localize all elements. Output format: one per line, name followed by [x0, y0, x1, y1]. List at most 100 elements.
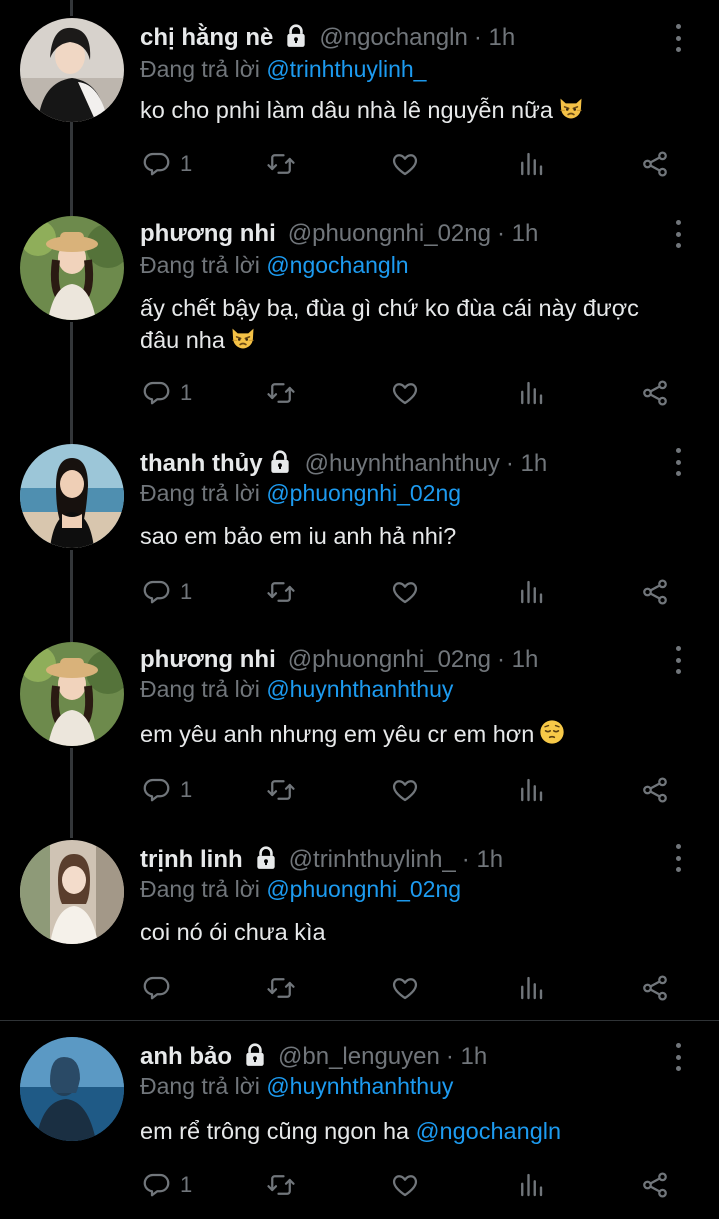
timestamp[interactable]: · 1h [497, 220, 538, 248]
retweet-button[interactable] [266, 772, 296, 808]
share-icon [640, 775, 670, 805]
reply-mention[interactable]: @ngochangln [266, 252, 408, 278]
reply-button[interactable]: 1 [142, 146, 192, 182]
share-button[interactable] [640, 574, 670, 610]
more-icon[interactable] [668, 448, 688, 476]
lock-icon [242, 1042, 268, 1073]
text-mention[interactable]: @ngochangln [416, 1118, 561, 1144]
analytics-icon [516, 775, 546, 805]
reply-button[interactable]: 1 [142, 772, 192, 808]
analytics-button[interactable] [516, 375, 546, 411]
reply-mention[interactable]: @huynhthanhthuy [266, 676, 453, 702]
avatar[interactable] [20, 18, 124, 122]
analytics-button[interactable] [516, 970, 546, 1006]
reply-icon [142, 973, 172, 1003]
display-name[interactable]: thanh thủy [140, 450, 263, 478]
share-button[interactable] [640, 970, 670, 1006]
like-button[interactable] [390, 1167, 420, 1203]
more-icon[interactable] [668, 220, 688, 248]
reply-mention[interactable]: @phuongnhi_02ng [266, 480, 461, 506]
retweet-button[interactable] [266, 970, 296, 1006]
username[interactable]: @ngochangln [319, 24, 467, 52]
tweet[interactable]: trịnh linh @trinhthuylinh_ · 1h Đang trả… [0, 830, 719, 1020]
share-icon [640, 378, 670, 408]
pouting-cat-emoji [229, 324, 257, 360]
reply-mention[interactable]: @phuongnhi_02ng [266, 876, 461, 902]
avatar[interactable] [20, 642, 124, 746]
share-button[interactable] [640, 1167, 670, 1203]
share-button[interactable] [640, 772, 670, 808]
reply-count: 1 [180, 380, 193, 405]
tweet[interactable]: thanh thủy @huynhthanhthuy · 1h Đang trả… [0, 430, 719, 630]
tweet-text: em rể trông cũng ngon ha @ngochangln [140, 1115, 680, 1147]
share-button[interactable] [640, 375, 670, 411]
reply-button[interactable]: 1 [142, 1167, 192, 1203]
tweet[interactable]: anh bảo @bn_lenguyen · 1h Đang trả lời @… [0, 1021, 719, 1219]
reply-count: 1 [180, 1172, 193, 1197]
username[interactable]: @phuongnhi_02ng [288, 220, 491, 248]
reply-prefix: Đang trả lời [140, 676, 260, 702]
more-icon[interactable] [668, 24, 688, 52]
display-name[interactable]: trịnh linh [140, 846, 243, 874]
reply-button[interactable]: 1 [142, 574, 192, 610]
timestamp[interactable]: · 1h [462, 846, 503, 874]
username[interactable]: @trinhthuylinh_ [289, 846, 456, 874]
tweet-actions: 1 [140, 375, 680, 411]
tweet-header: thanh thủy @huynhthanhthuy · 1h [140, 446, 547, 482]
timestamp[interactable]: · 1h [497, 646, 538, 674]
share-icon [640, 577, 670, 607]
display-name[interactable]: phương nhi [140, 646, 276, 674]
display-name[interactable]: chị hằng nè [140, 24, 273, 52]
like-button[interactable] [390, 574, 420, 610]
tweet[interactable]: chị hằng nè @ngochangln · 1h Đang trả lờ… [0, 0, 719, 200]
avatar[interactable] [20, 840, 124, 944]
avatar[interactable] [20, 216, 124, 320]
analytics-button[interactable] [516, 772, 546, 808]
retweet-button[interactable] [266, 574, 296, 610]
username[interactable]: @phuongnhi_02ng [288, 646, 491, 674]
more-icon[interactable] [668, 1043, 688, 1071]
lock-icon [253, 845, 279, 876]
retweet-button[interactable] [266, 146, 296, 182]
timestamp[interactable]: · 1h [474, 24, 515, 52]
reply-mention[interactable]: @trinhthuylinh_ [266, 56, 426, 82]
like-icon [390, 1170, 420, 1200]
reply-button[interactable]: 1 [142, 375, 192, 411]
analytics-button[interactable] [516, 574, 546, 610]
tweet-text-body: em rể trông cũng ngon ha [140, 1118, 410, 1144]
like-button[interactable] [390, 146, 420, 182]
retweet-button[interactable] [266, 375, 296, 411]
reply-count: 1 [180, 579, 193, 604]
timestamp[interactable]: · 1h [446, 1043, 487, 1071]
tweet-text-body: ko cho pnhi làm dâu nhà lê nguyễn nữa [140, 97, 553, 123]
tweet-text-body: coi nó ói chưa kìa [140, 919, 326, 945]
more-icon[interactable] [668, 844, 688, 872]
tweet-actions: 1 [140, 772, 680, 808]
reply-context: Đang trả lời @ngochangln [140, 252, 409, 279]
tweet[interactable]: phương nhi @phuongnhi_02ng · 1h Đang trả… [0, 630, 719, 830]
reply-prefix: Đang trả lời [140, 252, 260, 278]
reply-context: Đang trả lời @huynhthanhthuy [140, 676, 453, 703]
like-button[interactable] [390, 970, 420, 1006]
like-button[interactable] [390, 375, 420, 411]
analytics-button[interactable] [516, 1167, 546, 1203]
display-name[interactable]: anh bảo [140, 1043, 232, 1071]
analytics-button[interactable] [516, 146, 546, 182]
share-button[interactable] [640, 146, 670, 182]
reply-prefix: Đang trả lời [140, 56, 260, 82]
reply-mention[interactable]: @huynhthanhthuy [266, 1073, 453, 1099]
avatar[interactable] [20, 444, 124, 548]
timestamp[interactable]: · 1h [506, 450, 547, 478]
reply-button[interactable] [142, 970, 180, 1006]
display-name[interactable]: phương nhi [140, 220, 276, 248]
more-icon[interactable] [668, 646, 688, 674]
retweet-button[interactable] [266, 1167, 296, 1203]
username[interactable]: @bn_lenguyen [278, 1043, 440, 1071]
tweet-text-body: em yêu anh nhưng em yêu cr em hơn [140, 721, 535, 747]
like-icon [390, 378, 420, 408]
like-button[interactable] [390, 772, 420, 808]
avatar[interactable] [20, 1037, 124, 1141]
tweet[interactable]: phương nhi @phuongnhi_02ng · 1h Đang trả… [0, 200, 719, 430]
username[interactable]: @huynhthanhthuy [305, 450, 500, 478]
tweet-text: em yêu anh nhưng em yêu cr em hơn [140, 718, 680, 754]
